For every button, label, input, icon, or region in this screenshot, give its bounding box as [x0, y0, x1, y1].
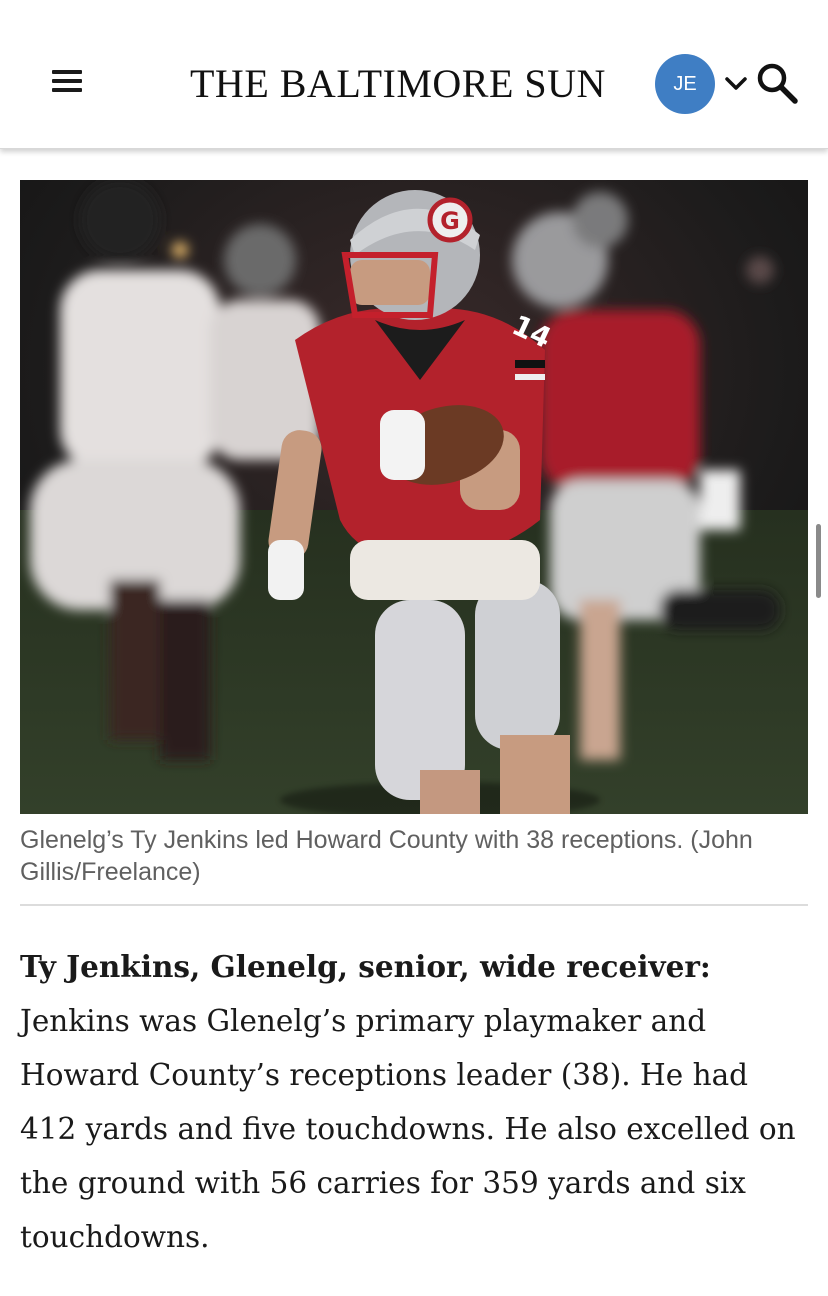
hamburger-menu-icon[interactable]	[44, 58, 90, 104]
article-lead-bold: Ty Jenkins, Glenelg, senior, wide receiv…	[20, 949, 711, 984]
scrollbar-thumb[interactable]	[816, 524, 821, 598]
top-header: THE BALTIMORE SUN JE	[0, 0, 828, 149]
article-paragraph: Ty Jenkins, Glenelg, senior, wide receiv…	[20, 940, 810, 1264]
avatar-initials: JE	[673, 72, 697, 95]
chevron-down-icon[interactable]	[722, 70, 750, 98]
search-icon[interactable]	[754, 60, 800, 106]
football-photo-illustration: G 14	[20, 180, 808, 814]
article-body-text: Jenkins was Glenelg’s primary playmaker …	[20, 1004, 796, 1254]
article-photo[interactable]: G 14	[20, 180, 808, 814]
site-logo[interactable]: THE BALTIMORE SUN	[190, 58, 605, 110]
user-avatar[interactable]: JE	[655, 54, 715, 114]
caption-divider	[20, 904, 808, 906]
helmet-logo: G	[440, 207, 460, 235]
photo-caption: Glenelg’s Ty Jenkins led Howard County w…	[20, 826, 753, 886]
